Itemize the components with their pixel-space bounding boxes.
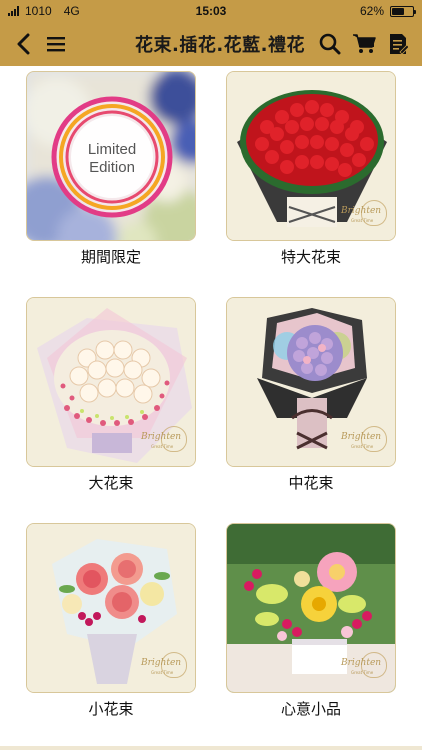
- brand-logo: Brighten Great Time: [141, 426, 187, 456]
- category-image: Brighten Great Time: [226, 297, 396, 467]
- cart-icon[interactable]: [348, 28, 380, 60]
- order-list-icon[interactable]: [382, 28, 414, 60]
- search-icon[interactable]: [314, 28, 346, 60]
- limited-badge-line2: Edition: [89, 159, 135, 176]
- category-label: 中花束: [288, 474, 334, 492]
- category-card-xl-bouquet[interactable]: Brighten Great Time 特大花束: [226, 71, 396, 267]
- status-right: 62%: [359, 4, 416, 18]
- brand-logo: Brighten Great Time: [341, 426, 387, 456]
- nav-actions: [314, 28, 414, 60]
- network-label: 4G: [63, 4, 80, 18]
- signal-icon: [8, 6, 19, 16]
- category-card-limited[interactable]: Limited Edition 期間限定: [26, 71, 196, 267]
- category-image: Brighten Great Time: [26, 523, 196, 693]
- category-card-small-bouquet[interactable]: Brighten Great Time 小花束: [26, 523, 196, 719]
- brand-logo: Brighten Great Time: [341, 652, 387, 682]
- carrier-label: 1010: [25, 4, 52, 18]
- brand-logo: Brighten Great Time: [141, 652, 187, 682]
- battery-fill: [392, 7, 405, 15]
- category-image: Brighten Great Time: [226, 523, 396, 693]
- category-label: 大花束: [88, 474, 134, 492]
- menu-icon[interactable]: [40, 28, 72, 60]
- category-image: Limited Edition: [26, 71, 196, 241]
- page-title: 花束.插花.花藍.禮花: [134, 35, 305, 56]
- category-card-large-bouquet[interactable]: Brighten Great Time 大花束: [26, 297, 196, 493]
- brand-logo: Brighten Great Time: [341, 200, 387, 230]
- category-label: 心意小品: [280, 700, 341, 718]
- category-card-gift[interactable]: Brighten Great Time 心意小品: [226, 523, 396, 719]
- battery-icon: [390, 5, 416, 17]
- category-image: Brighten Great Time: [26, 297, 196, 467]
- category-image: Brighten Great Time: [226, 71, 396, 241]
- nav-bar: 花束.插花.花藍.禮花: [0, 22, 422, 66]
- category-label: 期間限定: [80, 248, 141, 266]
- battery-percent: 62%: [359, 4, 384, 18]
- status-bar: 1010 4G 15:03 62%: [0, 0, 422, 22]
- status-left: 1010 4G: [8, 4, 80, 18]
- back-icon[interactable]: [8, 28, 40, 60]
- limited-badge-line1: Limited: [88, 141, 136, 158]
- floral-photo: Limited Edition: [27, 72, 195, 240]
- category-card-medium-bouquet[interactable]: Brighten Great Time 中花束: [226, 297, 396, 493]
- category-label: 特大花束: [280, 248, 341, 266]
- category-label: 小花束: [88, 700, 134, 718]
- next-row-edge: [0, 746, 422, 750]
- category-grid: Limited Edition 期間限定 Brighten Great Time…: [0, 66, 422, 750]
